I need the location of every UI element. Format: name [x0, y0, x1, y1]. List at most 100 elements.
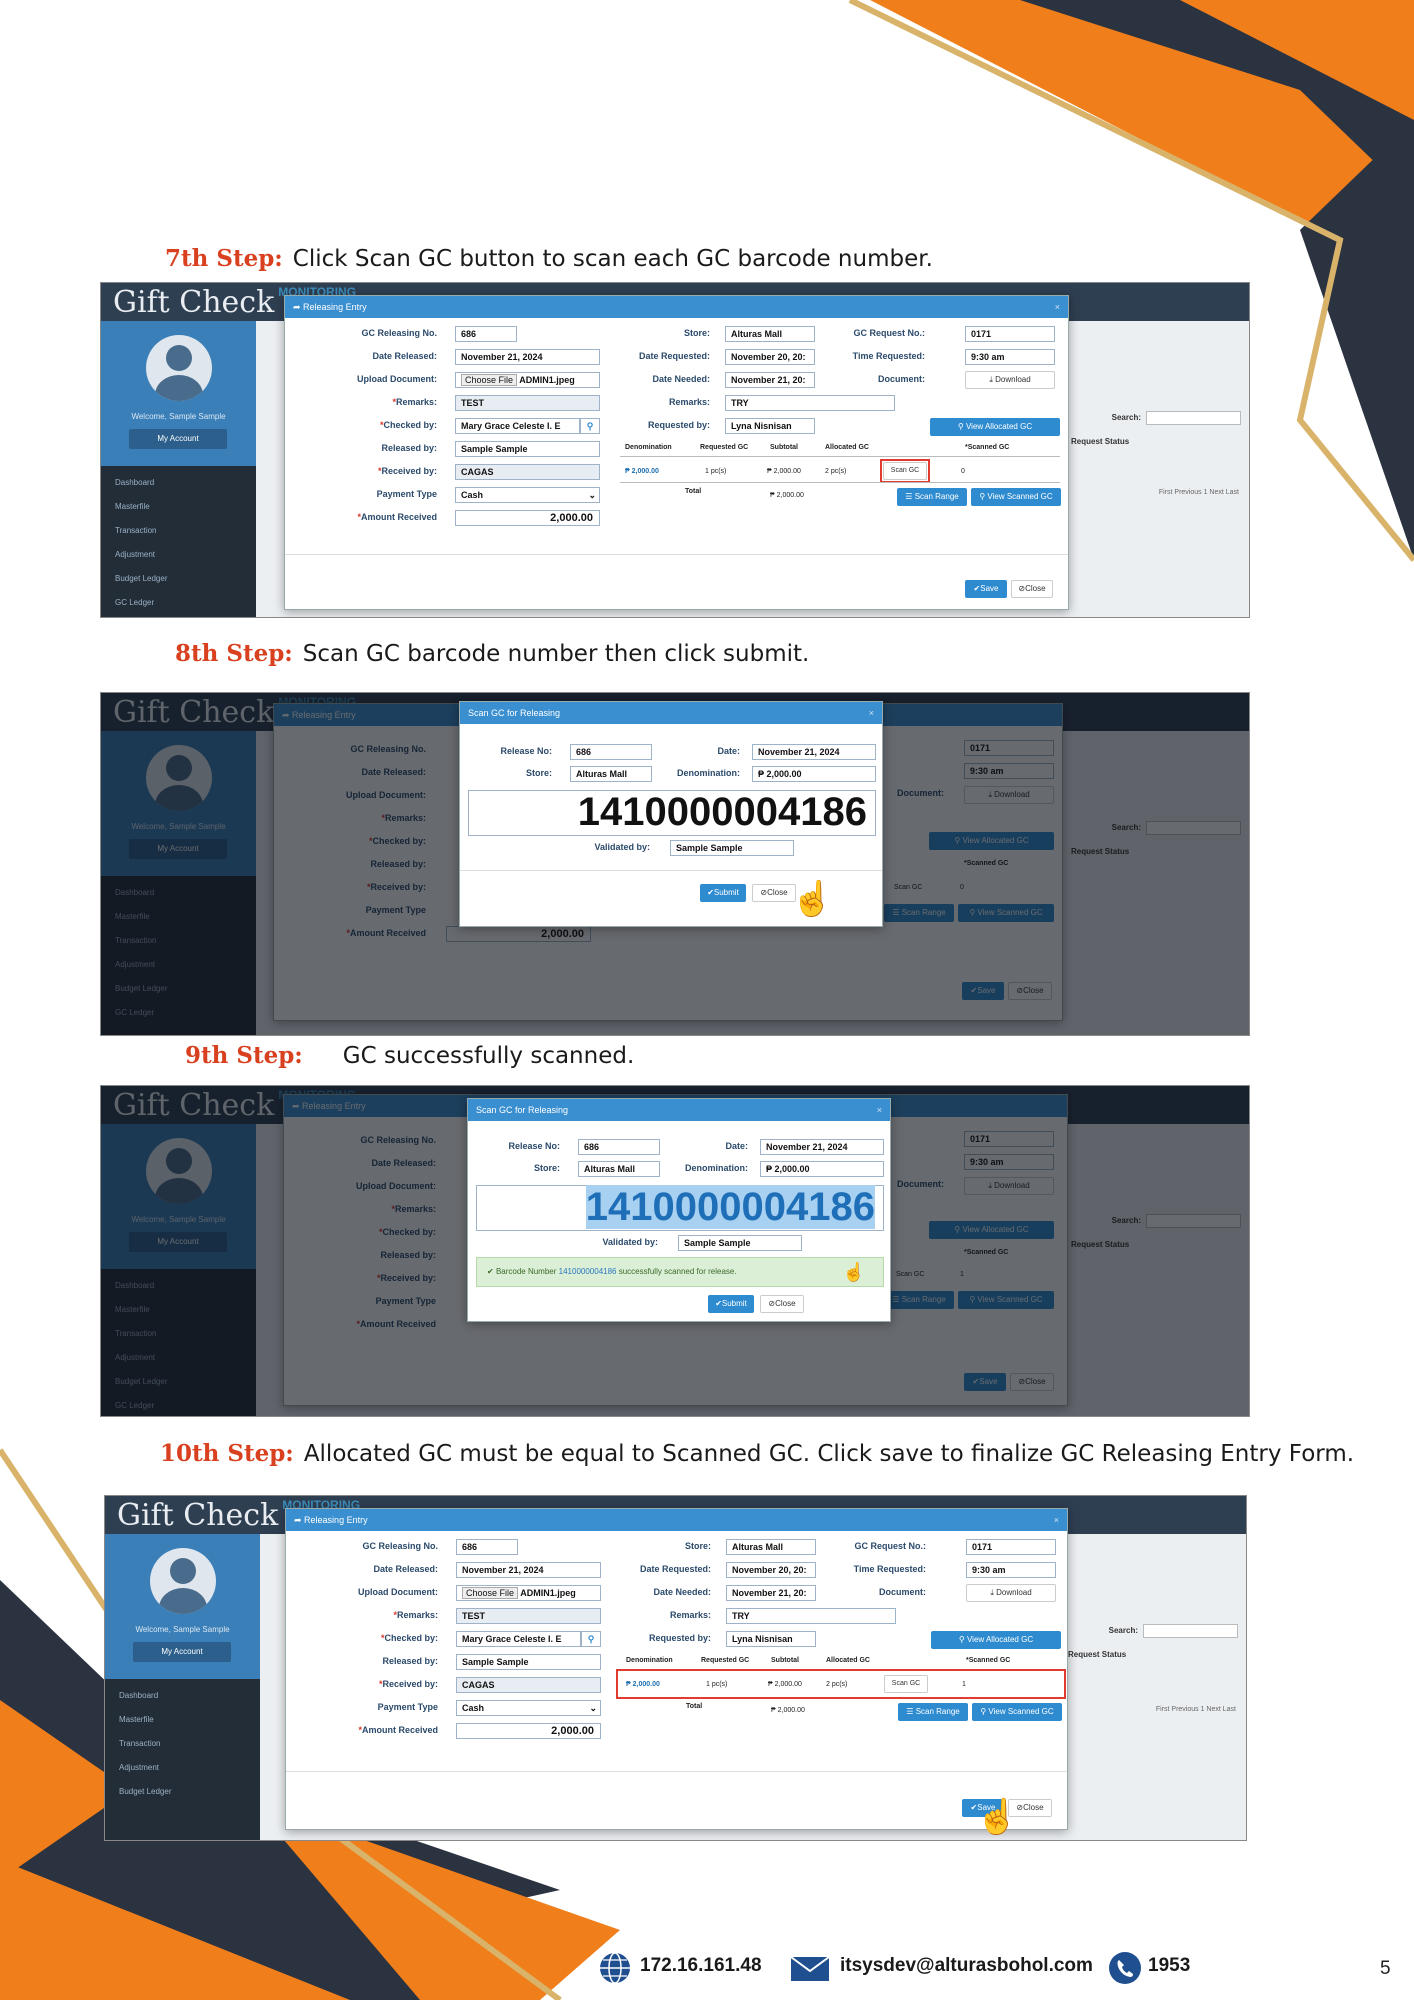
submit-button[interactable]: ✔Submit: [700, 884, 746, 902]
step-label: 9th Step:: [185, 1042, 303, 1069]
label-time-requested: Time Requested:: [853, 1564, 926, 1574]
released-by-field[interactable]: Sample Sample: [456, 1654, 601, 1670]
screenshot-step-7: Gift Check MONITORING Welcome, Sample Sam…: [100, 282, 1250, 618]
close-icon[interactable]: ×: [1055, 296, 1060, 318]
label-date-needed: Date Needed:: [652, 374, 710, 384]
scan-gc-button[interactable]: Scan GC: [884, 1675, 928, 1693]
scan-range-button[interactable]: ☰ Scan Range: [898, 1703, 968, 1721]
modal-header: ➦ Releasing Entry ×: [286, 1509, 1067, 1531]
app-sidebar: Welcome, Sample Sample My Account Dashbo…: [105, 1534, 260, 1840]
td-subtotal: ₱ 2,000.00: [768, 1681, 802, 1688]
checked-by-field[interactable]: Mary Grace Celeste I. E: [455, 418, 580, 434]
close-button[interactable]: ⊘Close: [1011, 580, 1053, 598]
footer-email[interactable]: itsysdev@alturasbohol.com: [840, 1955, 1093, 1977]
sidebar-item-budget-ledger[interactable]: Budget Ledger: [105, 1780, 260, 1804]
received-by-field[interactable]: CAGAS: [456, 1677, 601, 1693]
label-store: Store:: [683, 328, 710, 338]
screenshot-step-8: Gift CheckMONITORING Welcome, Sample Sam…: [100, 692, 1250, 1036]
label-remarks: *Remarks:: [392, 397, 437, 407]
label-date-requested: Date Requested:: [638, 351, 710, 361]
label-requested-by: Requested by:: [647, 420, 710, 430]
close-button[interactable]: ⊘Close: [760, 1295, 804, 1313]
request-status-header: Request Status: [1071, 437, 1130, 446]
view-allocated-gc-button[interactable]: ⚲ View Allocated GC: [931, 1631, 1061, 1649]
amount-received-field[interactable]: 2,000.00: [456, 1723, 601, 1739]
sidebar-item-transaction[interactable]: Transaction: [105, 1732, 260, 1756]
label-store: Store:: [525, 768, 552, 778]
label-date: Date:: [717, 746, 740, 756]
close-icon[interactable]: ×: [869, 702, 874, 724]
td-denomination: ₱ 2,000.00: [625, 468, 659, 475]
releasing-entry-modal: ➦ Releasing Entry × GC Releasing No. 686 …: [284, 295, 1069, 610]
remarks-field[interactable]: TEST: [455, 395, 600, 411]
download-button[interactable]: ⤓ Download: [965, 371, 1055, 389]
upload-document-field[interactable]: Choose File ADMIN1.jpeg: [456, 1585, 601, 1601]
date-released-field[interactable]: November 21, 2024: [455, 349, 600, 365]
step-text: Scan GC barcode number then click submit…: [302, 641, 810, 667]
close-button[interactable]: ⊘Close: [752, 884, 796, 902]
barcode-input[interactable]: 1410000004186: [468, 790, 876, 836]
my-account-button[interactable]: My Account: [129, 429, 227, 449]
checked-by-field[interactable]: Mary Grace Celeste I. E: [456, 1631, 581, 1647]
scan-modal-title: Scan GC for Releasing: [476, 1105, 569, 1115]
date-requested-field: November 20, 20:: [726, 1562, 816, 1578]
upload-document-field[interactable]: Choose File ADMIN1.jpeg: [455, 372, 600, 388]
sidebar-item-adjustment[interactable]: Adjustment: [101, 543, 256, 567]
my-account-button[interactable]: My Account: [133, 1642, 231, 1662]
sidebar-item-dashboard[interactable]: Dashboard: [101, 471, 256, 495]
td-subtotal: ₱ 2,000.00: [767, 468, 801, 475]
pagination[interactable]: First Previous 1 Next Last: [1156, 1706, 1236, 1713]
profile-panel: Welcome, Sample Sample My Account: [101, 321, 256, 466]
close-icon[interactable]: ×: [1054, 1509, 1059, 1531]
choose-file-button[interactable]: Choose File: [462, 1587, 519, 1599]
label-remarks-2: Remarks:: [668, 397, 710, 407]
sidebar-item-budget-ledger[interactable]: Budget Ledger: [101, 567, 256, 591]
save-button[interactable]: ✔Save: [965, 580, 1007, 598]
payment-type-select[interactable]: Cash ⌄: [456, 1700, 601, 1716]
remarks-field[interactable]: TEST: [456, 1608, 601, 1624]
search-input[interactable]: [1146, 411, 1241, 425]
date-field: November 21, 2024: [760, 1139, 884, 1155]
scan-modal-header: Scan GC for Releasing ×: [468, 1099, 890, 1121]
choose-file-button[interactable]: Choose File: [461, 374, 518, 386]
search-label: Search:: [1108, 1626, 1138, 1635]
view-scanned-gc-button[interactable]: ⚲ View Scanned GC: [971, 488, 1061, 506]
step-label: 8th Step:: [175, 640, 293, 667]
th-allocated: Allocated GC: [826, 1657, 870, 1664]
payment-type-select[interactable]: Cash ⌄: [455, 487, 600, 503]
received-by-field[interactable]: CAGAS: [455, 464, 600, 480]
view-allocated-gc-button[interactable]: ⚲ View Allocated GC: [930, 418, 1060, 436]
sidebar-item-masterfile[interactable]: Masterfile: [105, 1708, 260, 1732]
view-scanned-gc-button[interactable]: ⚲ View Scanned GC: [972, 1703, 1062, 1721]
submit-button[interactable]: ✔Submit: [708, 1295, 754, 1313]
click-sparkle-icon: ☝: [842, 1262, 865, 1282]
sidebar-item-transaction[interactable]: Transaction: [101, 519, 256, 543]
date-needed-field: November 21, 20:: [726, 1585, 816, 1601]
chevron-down-icon: ⌄: [589, 1703, 597, 1713]
scan-range-button[interactable]: ☰ Scan Range: [897, 488, 967, 506]
screenshot-step-9: Gift CheckMONITORING Welcome, Sample Sam…: [100, 1085, 1250, 1417]
td-scanned: 0: [961, 468, 965, 475]
amount-received-field[interactable]: 2,000.00: [455, 510, 600, 526]
date-released-field[interactable]: November 21, 2024: [456, 1562, 601, 1578]
barcode-input[interactable]: 1410000004186: [476, 1185, 884, 1231]
label-payment-type: Payment Type: [376, 489, 437, 499]
label-date-requested: Date Requested:: [639, 1564, 711, 1574]
th-allocated: Allocated GC: [825, 444, 869, 451]
close-icon[interactable]: ×: [877, 1099, 882, 1121]
gc-releasing-no-field[interactable]: 686: [456, 1539, 518, 1555]
sidebar-item-gc-ledger[interactable]: GC Ledger: [101, 591, 256, 615]
denomination-field: ₱ 2,000.00: [752, 766, 876, 782]
total-label: Total: [686, 1703, 703, 1710]
sidebar-item-masterfile[interactable]: Masterfile: [101, 495, 256, 519]
releasing-entry-modal: ➦ Releasing Entry × GC Releasing No. 686 …: [285, 1508, 1068, 1836]
download-button[interactable]: ⤓ Download: [966, 1584, 1056, 1602]
search-input[interactable]: [1143, 1624, 1238, 1638]
gc-releasing-no-field[interactable]: 686: [455, 326, 517, 342]
sidebar-item-dashboard[interactable]: Dashboard: [105, 1684, 260, 1708]
label-remarks-2: Remarks:: [669, 1610, 711, 1620]
file-name: ADMIN1.jpeg: [520, 1588, 576, 1598]
pagination[interactable]: First Previous 1 Next Last: [1159, 489, 1239, 496]
released-by-field[interactable]: Sample Sample: [455, 441, 600, 457]
sidebar-item-adjustment[interactable]: Adjustment: [105, 1756, 260, 1780]
